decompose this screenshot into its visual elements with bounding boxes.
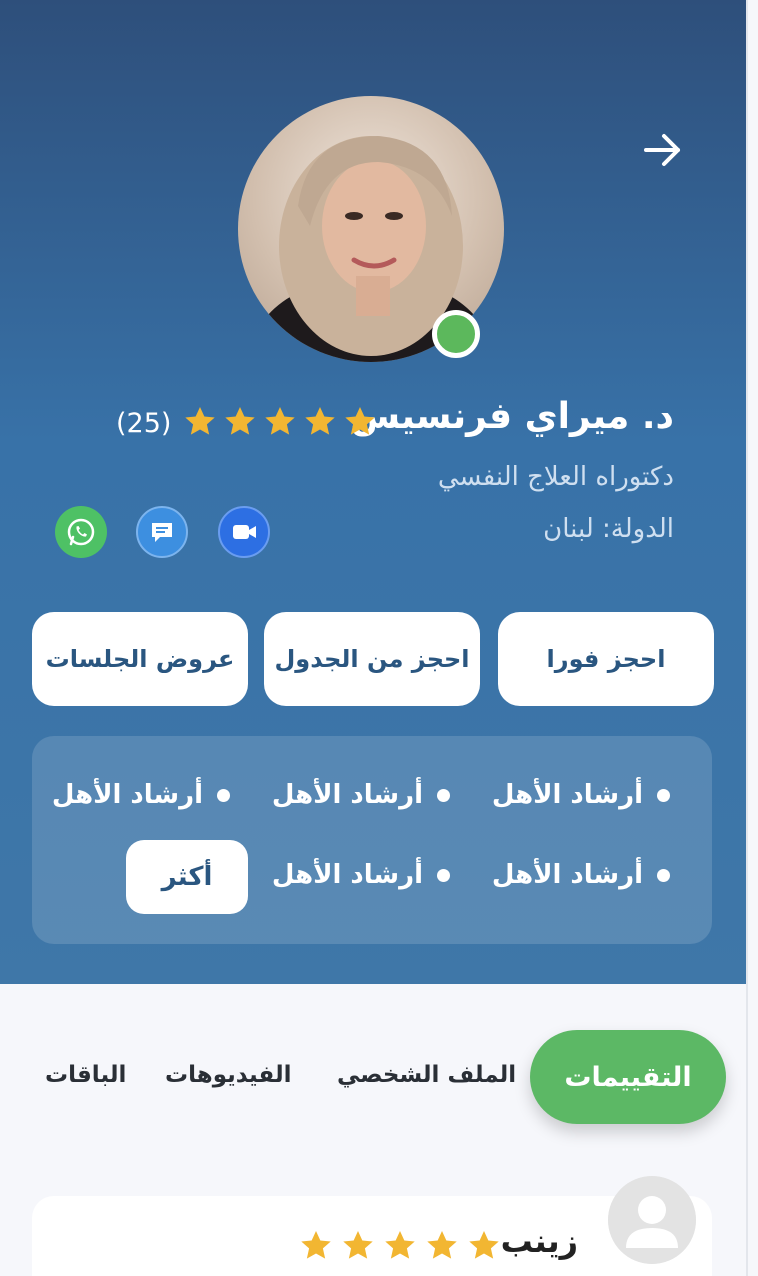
book-from-schedule-button[interactable]: احجز من الجدول bbox=[264, 612, 480, 706]
specialty-item: أرشاد الأهل bbox=[492, 860, 670, 890]
star-icon bbox=[225, 407, 255, 435]
chat-icon bbox=[152, 523, 172, 542]
star-icon bbox=[385, 1231, 415, 1259]
bullet-icon bbox=[217, 788, 230, 802]
star-icon bbox=[469, 1231, 499, 1259]
star-icon bbox=[427, 1231, 457, 1259]
video-call-button[interactable] bbox=[218, 506, 270, 558]
session-offers-button[interactable]: عروض الجلسات bbox=[32, 612, 248, 706]
back-button[interactable] bbox=[636, 124, 688, 176]
more-specialties-button[interactable]: أكثر bbox=[126, 840, 248, 914]
specialty-item: أرشاد الأهل bbox=[272, 780, 450, 810]
whatsapp-icon bbox=[67, 518, 95, 546]
tab-reviews[interactable]: التقييمات bbox=[530, 1030, 726, 1124]
star-icon bbox=[345, 407, 375, 435]
book-now-button[interactable]: احجز فورا bbox=[498, 612, 714, 706]
therapist-name: د. ميراي فرنسيس bbox=[350, 396, 674, 437]
star-icon bbox=[305, 407, 335, 435]
therapist-title: دكتوراه العلاج النفسي bbox=[437, 462, 674, 492]
star-icon bbox=[265, 407, 295, 435]
bullet-icon bbox=[437, 788, 450, 802]
chat-button[interactable] bbox=[136, 506, 188, 558]
specialty-item: أرشاد الأهل bbox=[492, 780, 670, 810]
specialty-item: أرشاد الأهل bbox=[272, 860, 450, 890]
profile-header: د. ميراي فرنسيس (25) دكتوراه العلاج النف… bbox=[0, 0, 746, 984]
scrollbar[interactable] bbox=[746, 0, 748, 1276]
specialty-item: أرشاد الأهل bbox=[52, 780, 230, 810]
star-icon bbox=[301, 1231, 331, 1259]
whatsapp-button[interactable] bbox=[55, 506, 107, 558]
online-status-indicator bbox=[432, 310, 480, 358]
star-icon bbox=[185, 407, 215, 435]
tab-profile[interactable]: الملف الشخصي bbox=[337, 1062, 516, 1088]
rating-stars bbox=[182, 404, 378, 440]
tab-packages[interactable]: الباقات bbox=[45, 1062, 126, 1088]
video-call-icon bbox=[233, 525, 256, 539]
reviewer-rating-stars bbox=[298, 1228, 502, 1264]
reviewer-avatar bbox=[608, 1176, 696, 1264]
therapist-country: الدولة: لبنان bbox=[543, 514, 674, 544]
bullet-icon bbox=[437, 868, 450, 882]
tab-videos[interactable]: الفيديوهات bbox=[165, 1062, 292, 1088]
profile-avatar bbox=[238, 96, 504, 362]
reviewer-name: زينب bbox=[500, 1222, 578, 1260]
rating-count: (25) bbox=[116, 408, 172, 439]
star-icon bbox=[343, 1231, 373, 1259]
therapist-profile-page: د. ميراي فرنسيس (25) دكتوراه العلاج النف… bbox=[0, 0, 758, 1276]
user-placeholder-icon bbox=[608, 1176, 696, 1264]
specialties-panel: أرشاد الأهل أرشاد الأهل أرشاد الأهل أرشا… bbox=[32, 736, 712, 944]
bullet-icon bbox=[657, 868, 670, 882]
arrow-right-icon bbox=[644, 134, 680, 166]
bullet-icon bbox=[657, 788, 670, 802]
